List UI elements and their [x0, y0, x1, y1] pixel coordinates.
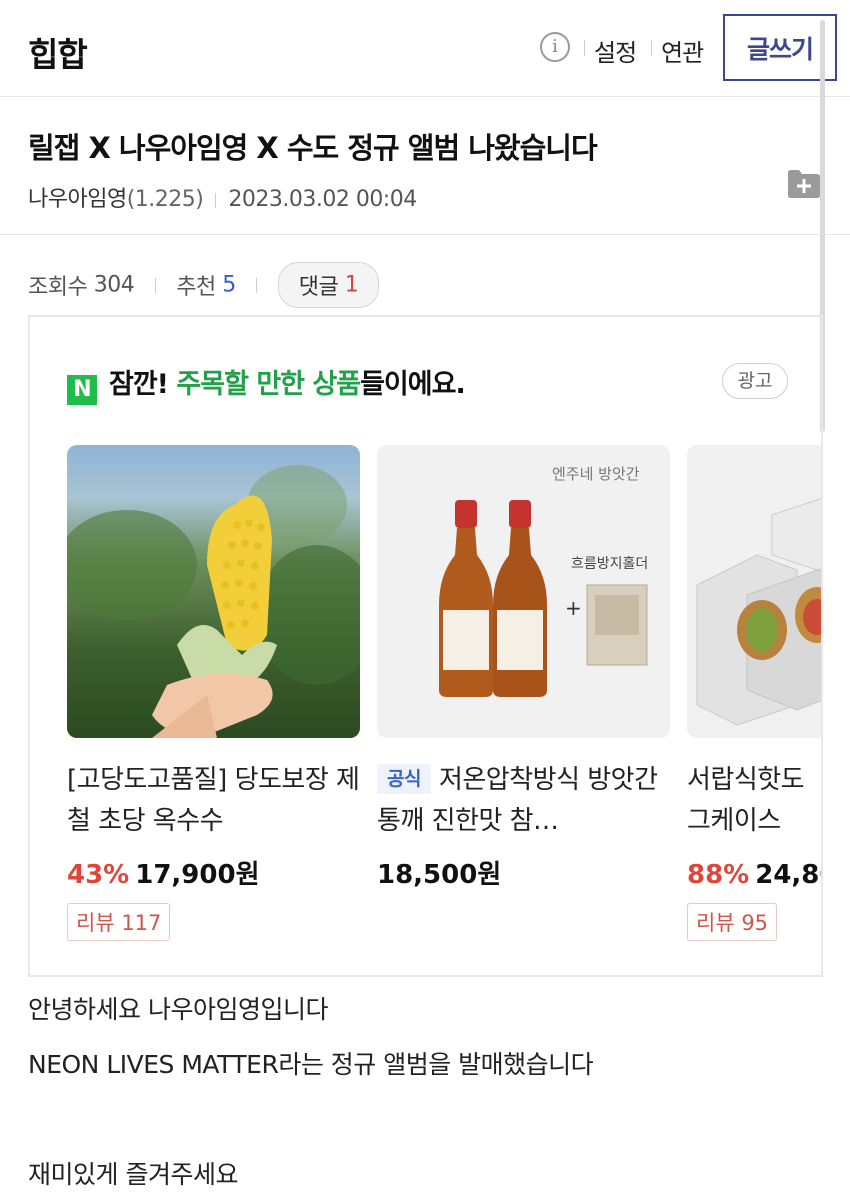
post-body-line: 안녕하세요 나우아임영입니다	[28, 995, 328, 1024]
product-card[interactable]: 엔주네 방앗간 + 흐름방지홀더 공식 저온압착방식 방앗간 통깨 진한맛 참… …	[377, 445, 670, 891]
product-name[interactable]: [고당도고품질] 당도보장 제철 초당 옥수수	[67, 760, 360, 844]
product-price: 24,800원	[755, 860, 821, 890]
product-price-row: 43% 17,900원	[67, 854, 360, 891]
post-title: 릴잽 X 나우아임영 X 수도 정규 앨범 나왔습니다	[28, 131, 598, 165]
product-discount: 88%	[687, 860, 750, 890]
ad-headline: N 잠깐! 주목할 만한 상품들이에요.	[67, 362, 466, 405]
product-card[interactable]: 서랍식핫도그케이스 88%24,800원 리뷰 95	[687, 445, 821, 941]
divider	[215, 192, 217, 208]
product-price-row: 88%24,800원	[687, 854, 821, 891]
ad-headline-pre: 잠깐!	[109, 369, 177, 400]
svg-text:+: +	[565, 596, 582, 620]
divider	[154, 277, 156, 293]
product-review-badge: 리뷰 95	[687, 903, 778, 941]
product-name[interactable]: 서랍식핫도그케이스	[687, 760, 821, 844]
product-image-sesame-oil[interactable]: 엔주네 방앗간 + 흐름방지홀더	[377, 445, 670, 738]
author-name[interactable]: 나우아임영	[28, 187, 127, 212]
recommend-label: 추천	[176, 275, 216, 300]
post-body-line: 재미있게 즐겨주세요	[28, 1160, 238, 1189]
views-count: 304	[93, 272, 135, 298]
divider	[584, 40, 585, 56]
product-name[interactable]: 공식 저온압착방식 방앗간 통깨 진한맛 참…	[377, 760, 670, 844]
product-image-corn[interactable]	[67, 445, 360, 738]
related-link[interactable]: 연관	[661, 33, 704, 68]
post-stats: 조회수 304 추천 5 댓글 1	[28, 262, 380, 308]
product-discount: 43%	[67, 860, 130, 890]
views-label: 조회수	[28, 275, 88, 300]
product-price: 18,500원	[377, 860, 502, 890]
divider	[256, 277, 258, 293]
comments-button[interactable]: 댓글 1	[277, 262, 380, 308]
product-image-hotdog-case[interactable]	[687, 445, 821, 738]
post-date: 2023.03.02 00:04	[228, 187, 417, 212]
product-price: 17,900원	[135, 860, 260, 890]
product-card[interactable]: [고당도고품질] 당도보장 제철 초당 옥수수 43% 17,900원 리뷰 11…	[67, 445, 360, 941]
comments-label: 댓글	[298, 275, 339, 300]
folder-add-icon[interactable]	[787, 169, 821, 199]
top-bar: 힙합 i 설정 연관 글쓰기	[0, 0, 850, 97]
ad-headline-post: 들이에요.	[360, 369, 466, 400]
ad-badge[interactable]: 광고	[722, 363, 788, 399]
divider	[651, 40, 652, 56]
naver-n-logo: N	[67, 375, 97, 405]
info-icon[interactable]: i	[540, 32, 570, 62]
official-badge: 공식	[377, 764, 431, 794]
product-review-badge: 리뷰 117	[67, 903, 171, 941]
product-image-label-text: 흐름방지홀더	[571, 556, 649, 572]
post-meta: 나우아임영(1.225) 2023.03.02 00:04	[28, 181, 417, 213]
gallery-name[interactable]: 힙합	[28, 28, 88, 76]
author-post-count: (1.225)	[126, 187, 204, 212]
product-price-row: 18,500원	[377, 854, 670, 891]
post-header: 릴잽 X 나우아임영 X 수도 정규 앨범 나왔습니다 나우아임영(1.225)…	[0, 97, 850, 235]
ad-headline-highlight: 주목할 만한 상품	[176, 369, 361, 400]
post-body-line: NEON LIVES MATTER라는 정규 앨범을 발매했습니다	[28, 1050, 594, 1079]
ad-box: N 잠깐! 주목할 만한 상품들이에요. 광고 [고당도고품질] 당도보장 제철…	[28, 315, 823, 977]
recommend-count: 5	[222, 272, 236, 298]
comments-count: 1	[344, 272, 359, 298]
settings-link[interactable]: 설정	[594, 33, 637, 68]
